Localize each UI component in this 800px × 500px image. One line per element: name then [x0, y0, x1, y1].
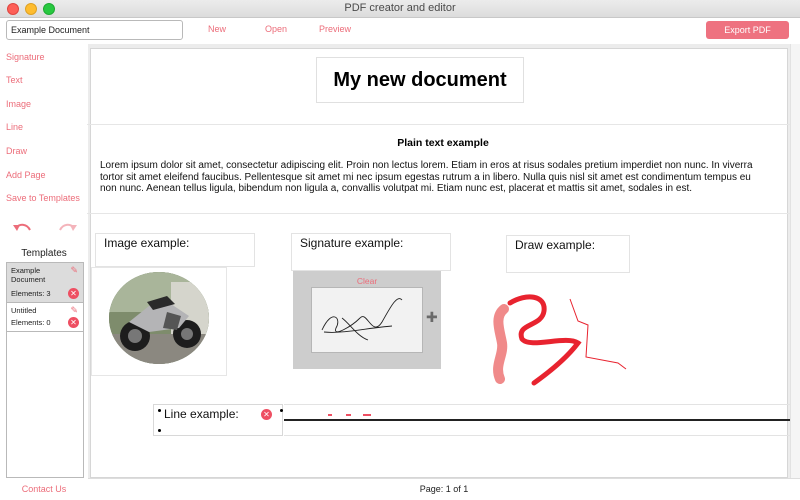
line-dash — [346, 414, 351, 416]
window-title: PDF creator and editor — [344, 2, 456, 14]
sidebar-item-image[interactable]: Image — [6, 99, 31, 109]
new-button[interactable]: New — [208, 24, 226, 34]
template-name: Example Document — [11, 266, 46, 284]
templates-title: Templates — [21, 248, 67, 259]
signature-label-text: Signature example: — [300, 236, 404, 250]
document-page[interactable]: My new document Plain text example Lorem… — [87, 48, 799, 478]
signature-element[interactable]: Clear ✚ — [293, 271, 441, 369]
sidebar: Signature Text Image Line Draw Add Page … — [0, 44, 88, 500]
sidebar-item-text[interactable]: Text — [6, 75, 23, 85]
horizontal-line — [284, 419, 790, 421]
image-label[interactable]: Image example: — [95, 233, 255, 267]
delete-template-icon[interactable]: ✕ — [68, 317, 79, 328]
resize-handle[interactable] — [158, 429, 161, 432]
export-pdf-button[interactable]: Export PDF — [706, 21, 789, 39]
vertical-scrollbar[interactable] — [790, 44, 800, 478]
page-indicator: Page: 1 of 1 — [419, 484, 469, 494]
title-bar: PDF creator and editor — [0, 0, 800, 18]
edit-icon[interactable]: ✎ — [70, 305, 78, 316]
edit-icon[interactable]: ✎ — [70, 265, 78, 276]
clear-signature-button[interactable]: Clear — [293, 276, 441, 286]
sidebar-item-draw[interactable]: Draw — [6, 146, 27, 156]
top-toolbar: New Open Preview Export PDF — [0, 18, 800, 44]
motorcycle-image — [109, 272, 209, 364]
template-element-count: Elements: 0 — [11, 318, 51, 327]
sidebar-item-signature[interactable]: Signature — [6, 52, 45, 62]
contact-us-link[interactable]: Contact Us — [0, 484, 88, 494]
line-label[interactable]: Line example: ✕ — [153, 404, 283, 436]
move-icon[interactable]: ✚ — [426, 309, 438, 326]
draw-label[interactable]: Draw example: — [506, 235, 630, 273]
redo-icon[interactable] — [58, 222, 78, 240]
draw-label-text: Draw example: — [515, 238, 596, 252]
template-element-count: Elements: 3 — [11, 289, 51, 298]
image-element[interactable] — [91, 267, 227, 376]
templates-list: Example Document ✎ Elements: 3 ✕ Untitle… — [6, 262, 84, 478]
template-item[interactable]: Example Document ✎ Elements: 3 ✕ — [7, 263, 83, 303]
resize-handle[interactable] — [158, 409, 161, 412]
text-title: Plain text example — [397, 137, 489, 149]
drawing-element[interactable] — [486, 287, 636, 397]
resize-handle[interactable] — [280, 409, 283, 412]
delete-template-icon[interactable]: ✕ — [68, 288, 79, 299]
document-name-input[interactable] — [6, 20, 183, 40]
sidebar-item-line[interactable]: Line — [6, 122, 23, 132]
line-dash — [328, 414, 332, 416]
signature-label[interactable]: Signature example: — [291, 233, 451, 271]
template-name: Untitled — [11, 306, 37, 315]
preview-button[interactable]: Preview — [319, 24, 351, 34]
line-element[interactable] — [284, 404, 790, 436]
delete-line-icon[interactable]: ✕ — [261, 409, 272, 420]
line-label-text: Line example: — [164, 407, 239, 421]
undo-icon[interactable] — [12, 222, 32, 240]
document-canvas: My new document Plain text example Lorem… — [87, 44, 800, 478]
signature-pad[interactable] — [311, 287, 423, 353]
image-label-text: Image example: — [104, 236, 190, 250]
text-element[interactable]: Plain text example Lorem ipsum dolor sit… — [87, 124, 799, 214]
text-body: Lorem ipsum dolor sit amet, consectetur … — [100, 160, 753, 194]
document-title[interactable]: My new document — [316, 57, 524, 103]
sidebar-item-save-to-templates[interactable]: Save to Templates — [6, 193, 80, 203]
status-bar: Page: 1 of 1 — [88, 478, 800, 500]
open-button[interactable]: Open — [265, 24, 287, 34]
sidebar-item-add-page[interactable]: Add Page — [6, 170, 46, 180]
freehand-drawing — [493, 294, 627, 386]
line-dash — [363, 414, 371, 416]
template-item[interactable]: Untitled ✎ Elements: 0 ✕ — [7, 303, 83, 332]
